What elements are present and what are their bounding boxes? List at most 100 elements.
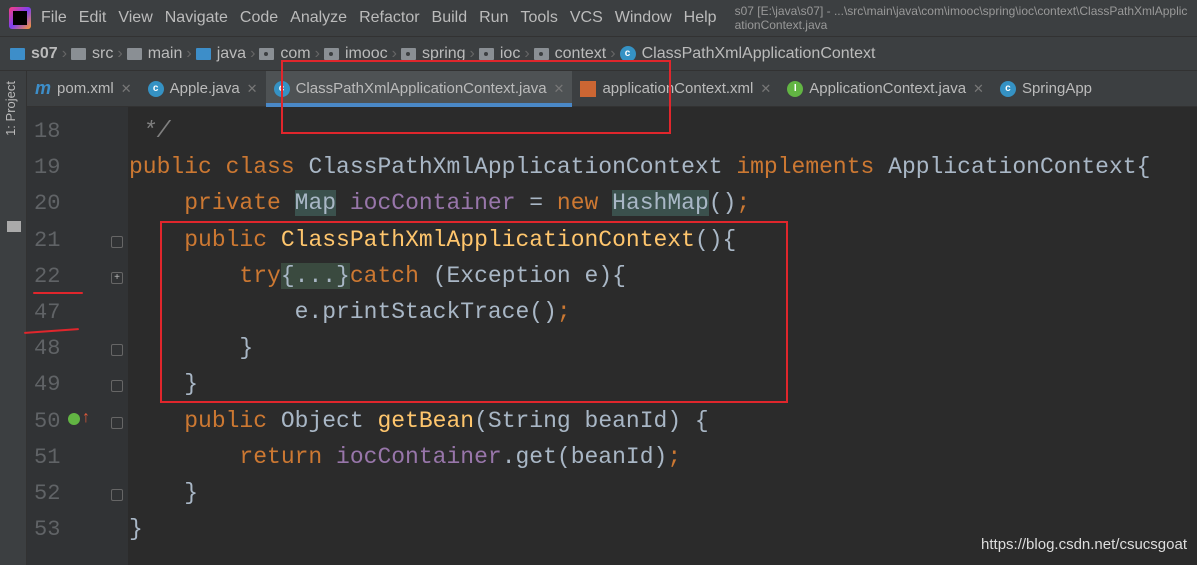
package-icon (323, 47, 339, 60)
menu-edit[interactable]: Edit (79, 9, 107, 27)
tool-window-sidebar: 1: Project (0, 71, 27, 565)
chevron-right-icon: › (61, 44, 68, 62)
tab-label: Apple.java (169, 80, 240, 97)
code-token: HashMap (612, 190, 709, 217)
line-number: 20 (34, 191, 61, 217)
code-line: public class ClassPathXmlApplicationCont… (129, 149, 1189, 185)
code-token: iocContainer (336, 190, 516, 217)
package-icon (478, 47, 494, 60)
breadcrumb-src[interactable]: src (71, 45, 113, 63)
code-token: implements (736, 154, 889, 181)
breadcrumb-label: s07 (31, 44, 58, 62)
tab-label: pom.xml (57, 80, 114, 97)
line-number: 21 (34, 227, 61, 253)
project-tool-button[interactable]: 1: Project (3, 81, 18, 136)
line-number: 18 (34, 119, 61, 144)
menu-refactor[interactable]: Refactor (359, 9, 419, 27)
code-token: } (129, 480, 199, 507)
fold-end-icon[interactable] (111, 344, 123, 357)
tab-label: ApplicationContext.java (809, 80, 967, 97)
breadcrumb-s07[interactable]: s07 (10, 45, 58, 63)
code-line: private Map iocContainer = new HashMap()… (129, 185, 1189, 221)
code-line: return iocContainer.get(beanId); (129, 439, 1189, 475)
line-number: 50 (34, 408, 61, 434)
menu-help[interactable]: Help (684, 9, 717, 27)
fold-start-icon[interactable] (111, 416, 123, 429)
folder-icon (126, 47, 142, 60)
breadcrumb-main[interactable]: main (126, 44, 183, 63)
line-number: 51 (34, 444, 61, 470)
line-gutter: ↑ 18 19 20 21 22 +47 48 49 50 51 52 53 (27, 107, 128, 565)
menu-vcs[interactable]: VCS (570, 9, 603, 27)
tab-pom-xml[interactable]: m pom.xml ✕ (27, 71, 140, 107)
line-number: 49 (34, 372, 61, 398)
tab-apple-java[interactable]: c Apple.java ✕ (140, 71, 266, 107)
breadcrumb-label: ClassPathXmlApplicationContext (641, 44, 876, 62)
line-number: 47 (34, 300, 61, 325)
code-line: } (129, 475, 1189, 511)
code-token: = (515, 190, 557, 217)
fold-end-icon[interactable] (111, 380, 123, 393)
close-icon[interactable]: ✕ (973, 81, 984, 97)
interface-icon: I (787, 80, 804, 97)
close-icon[interactable]: ✕ (121, 81, 132, 97)
close-icon[interactable]: ✕ (247, 81, 258, 97)
code-token: */ (129, 118, 171, 144)
fold-expand-icon[interactable]: + (111, 271, 123, 284)
menu-code[interactable]: Code (240, 9, 278, 27)
maven-icon: m (35, 78, 52, 98)
line-number: 19 (34, 155, 61, 181)
window-title: s07 [E:\java\s07] - ...\src\main\java\co… (734, 4, 1188, 32)
menu-navigate[interactable]: Navigate (165, 9, 228, 27)
close-icon[interactable]: ✕ (760, 81, 771, 97)
menu-tools[interactable]: Tools (520, 9, 557, 27)
code-token: () (708, 190, 737, 217)
code-token: Map (294, 190, 337, 217)
code-token: new (556, 190, 613, 217)
menu-build[interactable]: Build (432, 9, 468, 27)
code-token: ; (667, 443, 682, 470)
tab-label: SpringApp (1021, 80, 1093, 97)
implements-marker-icon[interactable] (68, 413, 80, 425)
menu-window[interactable]: Window (615, 9, 672, 27)
code-token: Object (280, 407, 378, 434)
fold-end-icon[interactable] (111, 489, 123, 501)
code-token: ; (736, 190, 751, 217)
code-token: public (184, 407, 281, 434)
code-token: return (239, 443, 337, 470)
tab-springapp[interactable]: c SpringApp (992, 71, 1100, 107)
package-icon (400, 47, 416, 60)
fold-start-icon[interactable] (111, 235, 123, 248)
code-token: (String beanId) { (474, 407, 709, 434)
class-icon: c (147, 80, 164, 97)
chevron-right-icon: › (117, 44, 123, 62)
package-icon (533, 47, 549, 60)
breadcrumb-label: main (147, 44, 183, 62)
code-token: getBean (377, 407, 475, 434)
annotation-box-constructor (160, 221, 788, 403)
code-line: public Object getBean(String beanId) { (129, 403, 1189, 439)
project-icon (10, 47, 25, 60)
code-token: private (184, 190, 295, 217)
code-token: ClassPathXmlApplicationContext (308, 154, 737, 181)
package-icon (259, 47, 275, 60)
line-number: 52 (34, 481, 61, 506)
breadcrumb-java[interactable]: java (195, 44, 247, 63)
menu-view[interactable]: View (118, 9, 152, 27)
menu-bar: File Edit View Navigate Code Analyze Refactor B… (0, 0, 1197, 37)
chevron-right-icon: › (250, 44, 256, 62)
folder-icon[interactable] (7, 221, 21, 232)
folder-icon (71, 47, 87, 60)
menu-run[interactable]: Run (479, 9, 508, 27)
override-arrow-icon[interactable]: ↑ (82, 409, 90, 427)
menu-analyze[interactable]: Analyze (290, 9, 347, 27)
line-number: 53 (34, 517, 61, 543)
watermark: https://blog.csdn.net/csucsgoat (981, 536, 1187, 553)
code-token: } (129, 516, 143, 543)
tab-applicationcontext-java[interactable]: I ApplicationContext.java ✕ (779, 71, 992, 107)
breadcrumb-label: java (216, 44, 247, 62)
menu-file[interactable]: File (41, 9, 67, 27)
intellij-logo-icon (9, 7, 31, 29)
